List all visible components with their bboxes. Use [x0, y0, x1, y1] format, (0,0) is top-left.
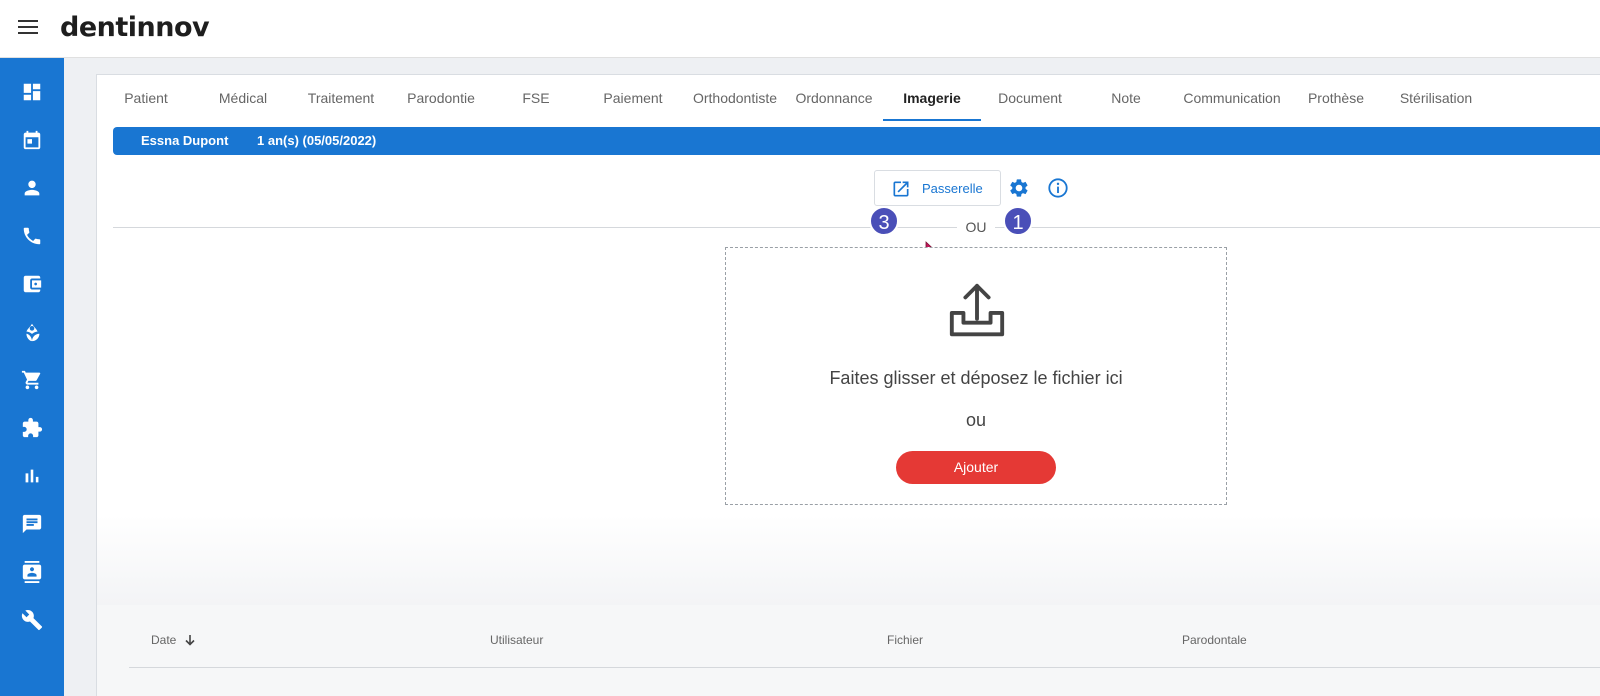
dashboard-icon[interactable] [20, 80, 44, 104]
phone-icon[interactable] [20, 224, 44, 248]
tab-ordonnance[interactable]: Ordonnance [785, 75, 883, 123]
drop-instructions: Faites glisser et déposez le fichier ici [829, 368, 1123, 388]
sidebar [0, 58, 64, 696]
tab-paiement[interactable]: Paiement [581, 75, 685, 123]
column-date-label: Date [151, 633, 177, 647]
person-icon[interactable] [20, 176, 44, 200]
column-header-parodontale[interactable]: Parodontale [1182, 633, 1247, 647]
calendar-icon[interactable] [20, 128, 44, 152]
tab-orthodontiste[interactable]: Orthodontiste [685, 75, 785, 123]
patient-age: 1 an(s) (05/05/2022) [257, 133, 377, 148]
contact-card-icon[interactable] [20, 560, 44, 584]
passerelle-button[interactable]: Passerelle [874, 170, 1001, 206]
top-bar: dentinnov [0, 0, 1600, 58]
step-badge-3: 3 [869, 206, 899, 236]
wallet-icon[interactable] [20, 272, 44, 296]
patient-name: Essna Dupont [141, 133, 229, 148]
tab-sterilisation[interactable]: Stérilisation [1381, 75, 1491, 123]
tab-bar: Patient Médical Traitement Parodontie FS… [97, 75, 1600, 123]
files-table [97, 605, 1600, 696]
upload-icon [949, 283, 1005, 337]
tab-note[interactable]: Note [1079, 75, 1173, 123]
drop-or-label: ou [965, 410, 987, 430]
tab-medical[interactable]: Médical [195, 75, 291, 123]
tab-document[interactable]: Document [981, 75, 1079, 123]
tab-fse[interactable]: FSE [491, 75, 581, 123]
file-drop-zone[interactable]: Faites glisser et déposez le fichier ici… [725, 247, 1227, 505]
menu-icon[interactable] [18, 20, 38, 36]
column-header-utilisateur[interactable]: Utilisateur [490, 633, 543, 647]
tab-prothese[interactable]: Prothèse [1291, 75, 1381, 123]
bar-chart-icon[interactable] [20, 464, 44, 488]
tab-parodontie[interactable]: Parodontie [391, 75, 491, 123]
tab-patient[interactable]: Patient [97, 75, 195, 123]
info-icon[interactable] [1047, 177, 1069, 199]
puzzle-icon[interactable] [20, 416, 44, 440]
tab-imagerie[interactable]: Imagerie [883, 75, 981, 123]
or-label: OU [957, 218, 995, 236]
passerelle-label: Passerelle [922, 181, 983, 196]
tab-traitement[interactable]: Traitement [291, 75, 391, 123]
column-header-date[interactable]: Date [151, 633, 196, 647]
open-external-icon [893, 181, 909, 197]
app-logo: dentinnov [60, 12, 210, 43]
active-tab-indicator [883, 119, 981, 121]
fade-separator [97, 515, 1600, 605]
add-file-button[interactable]: Ajouter [896, 451, 1056, 484]
sort-down-icon [185, 635, 195, 646]
table-header-divider [129, 667, 1600, 668]
cart-icon[interactable] [20, 368, 44, 392]
main-panel: Patient Médical Traitement Parodontie FS… [96, 74, 1600, 696]
spa-icon[interactable] [20, 320, 44, 344]
tab-communication[interactable]: Communication [1173, 75, 1291, 123]
or-divider [113, 227, 1600, 228]
patient-banner: Essna Dupont 1 an(s) (05/05/2022) [113, 127, 1600, 155]
wrench-icon[interactable] [20, 608, 44, 632]
step-badge-1: 1 [1003, 206, 1033, 236]
gear-icon[interactable] [1008, 177, 1030, 199]
column-header-fichier[interactable]: Fichier [887, 633, 923, 647]
chat-icon[interactable] [20, 512, 44, 536]
